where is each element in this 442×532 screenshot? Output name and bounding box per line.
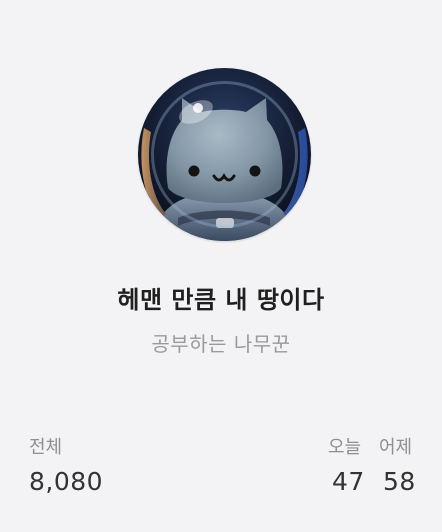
- avatar[interactable]: [138, 68, 311, 241]
- yesterday-visitors-count: 58: [383, 467, 416, 496]
- total-visitors-label: 전체: [29, 437, 63, 458]
- blog-title[interactable]: 헤맨 만큼 내 땅이다: [0, 280, 442, 315]
- today-visitors-label: 오늘: [328, 437, 362, 458]
- today-visitors-count: 47: [332, 467, 365, 496]
- nickname: 공부하는 나무꾼: [151, 332, 291, 356]
- total-visitors-count: 8,080: [29, 467, 104, 496]
- astronaut-cat-avatar-icon: [138, 68, 311, 241]
- yesterday-visitors-label: 어제: [379, 437, 413, 458]
- blog-profile-card: 헤맨 만큼 내 땅이다 공부하는 나무꾼 전체 8,080 오늘 어제 47 5…: [0, 0, 442, 532]
